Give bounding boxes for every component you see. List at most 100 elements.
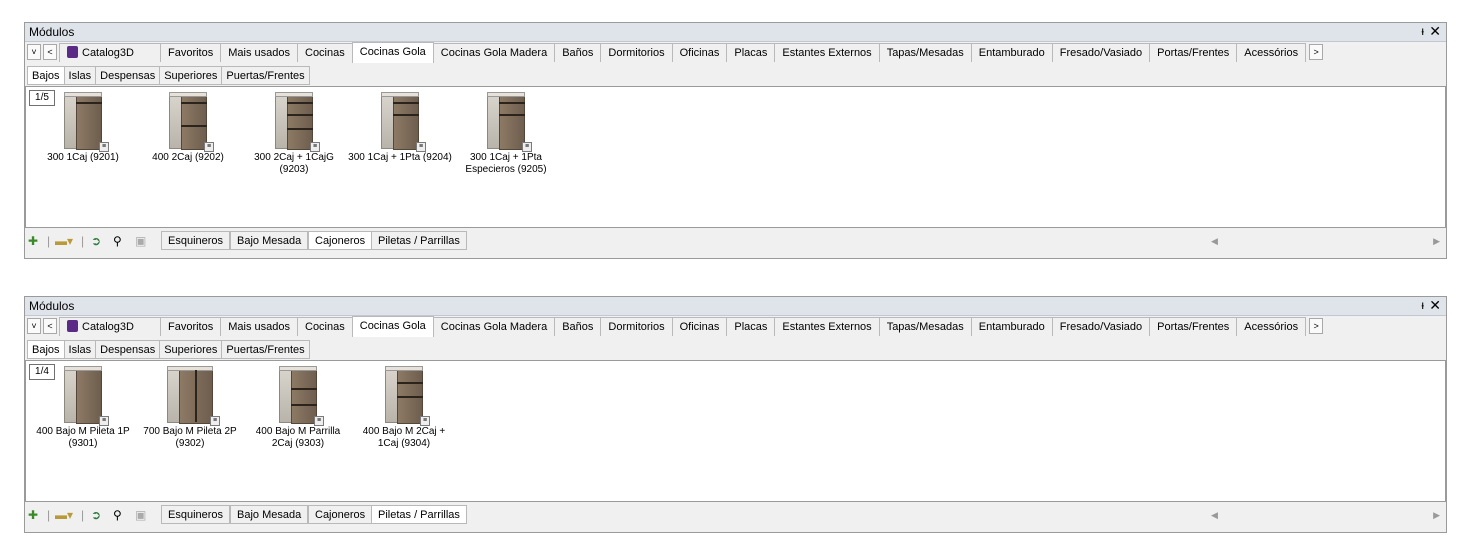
chevron-down-icon[interactable]: ˅ bbox=[27, 44, 41, 60]
module-item[interactable]: ≡ 300 1Caj + 1Pta (9204) bbox=[348, 92, 452, 164]
subtab-islas[interactable]: Islas bbox=[63, 340, 97, 359]
tab-banos[interactable]: Baños bbox=[554, 317, 602, 336]
tab-fresado-vasiado[interactable]: Fresado/Vasiado bbox=[1051, 317, 1151, 336]
scroll-right-icon[interactable]: ▶ bbox=[1433, 510, 1440, 521]
tab-cocinas[interactable]: Cocinas bbox=[297, 317, 353, 336]
menu-badge-icon[interactable]: ≡ bbox=[310, 142, 320, 152]
menu-badge-icon[interactable]: ≡ bbox=[99, 142, 109, 152]
horizontal-scrollbar[interactable]: ◀ ▶ bbox=[1205, 236, 1440, 248]
subtab-puertas-frentes[interactable]: Puertas/Frentes bbox=[221, 66, 310, 85]
module-item[interactable]: ≡ 400 2Caj (9202) bbox=[136, 92, 240, 164]
pin-icon[interactable]: ᵻ bbox=[1421, 24, 1424, 38]
module-item[interactable]: ≡ 400 Bajo M Parrilla 2Caj (9303) bbox=[246, 366, 350, 450]
tab-cocinas-gola-madera[interactable]: Cocinas Gola Madera bbox=[432, 317, 556, 336]
module-item[interactable]: ≡ 300 1Caj + 1Pta Especieros (9205) bbox=[454, 92, 558, 176]
tab-oficinas[interactable]: Oficinas bbox=[671, 317, 728, 336]
menu-badge-icon[interactable]: ≡ bbox=[314, 416, 324, 426]
add-module-icon[interactable]: ✚ bbox=[28, 508, 38, 522]
ruler-dropdown-icon[interactable]: ▬▾ bbox=[55, 234, 73, 248]
tab-acessorios[interactable]: Acessórios bbox=[1236, 317, 1307, 336]
menu-badge-icon[interactable]: ≡ bbox=[210, 416, 220, 426]
binoculars-icon[interactable]: ⚲ bbox=[113, 508, 122, 522]
subtab-superiores[interactable]: Superiores bbox=[159, 66, 223, 85]
menu-badge-icon[interactable]: ≡ bbox=[99, 416, 109, 426]
bottom-tab-piletas-parrillas[interactable]: Piletas / Parrillas bbox=[371, 505, 467, 524]
tab-oficinas[interactable]: Oficinas bbox=[671, 43, 728, 62]
tab-mais-usados[interactable]: Mais usados bbox=[220, 317, 298, 336]
category-tabs: ˅ < Catalog3D Favoritos Mais usados Coci… bbox=[27, 42, 1325, 63]
modulos-panel-2: Módulos ᵻ ✕ ˅ < Catalog3D Favoritos Mais… bbox=[24, 296, 1447, 533]
cube-icon bbox=[67, 320, 78, 332]
bottom-tab-esquineros[interactable]: Esquineros bbox=[161, 231, 231, 250]
tab-mais-usados[interactable]: Mais usados bbox=[220, 43, 298, 62]
subcategory-tabs: Bajos Islas Despensas Superiores Puertas… bbox=[27, 66, 310, 85]
subtab-bajos[interactable]: Bajos bbox=[27, 340, 65, 359]
tab-entamburado[interactable]: Entamburado bbox=[970, 317, 1053, 336]
subtab-puertas-frentes[interactable]: Puertas/Frentes bbox=[221, 340, 310, 359]
tab-tapas-mesadas[interactable]: Tapas/Mesadas bbox=[878, 317, 972, 336]
tab-placas[interactable]: Placas bbox=[726, 317, 776, 336]
tab-cocinas-gola-madera[interactable]: Cocinas Gola Madera bbox=[432, 43, 556, 62]
module-item[interactable]: ≡ 300 1Caj (9201) bbox=[31, 92, 135, 164]
bottom-tab-esquineros[interactable]: Esquineros bbox=[161, 505, 231, 524]
chevron-right-icon[interactable]: > bbox=[1309, 318, 1324, 334]
subcategory-tabs: Bajos Islas Despensas Superiores Puertas… bbox=[27, 340, 310, 359]
ruler-dropdown-icon[interactable]: ▬▾ bbox=[55, 508, 73, 522]
scroll-left-icon[interactable]: ◀ bbox=[1211, 236, 1218, 247]
lock-icon[interactable]: ▣ bbox=[135, 234, 146, 248]
tab-favoritos[interactable]: Favoritos bbox=[159, 317, 222, 336]
tab-dormitorios[interactable]: Dormitorios bbox=[600, 317, 673, 336]
bottom-tab-cajoneros[interactable]: Cajoneros bbox=[308, 231, 373, 250]
bottom-tab-cajoneros[interactable]: Cajoneros bbox=[308, 505, 373, 524]
chevron-right-icon[interactable]: > bbox=[1309, 44, 1324, 60]
close-icon[interactable]: ✕ bbox=[1429, 23, 1441, 40]
chevron-left-icon[interactable]: < bbox=[43, 44, 57, 60]
tab-banos[interactable]: Baños bbox=[554, 43, 602, 62]
tab-catalog3d[interactable]: Catalog3D bbox=[59, 43, 161, 62]
tab-fresado-vasiado[interactable]: Fresado/Vasiado bbox=[1051, 43, 1151, 62]
tab-estantes-externos[interactable]: Estantes Externos bbox=[774, 317, 880, 336]
module-item[interactable]: ≡ 700 Bajo M Pileta 2P (9302) bbox=[138, 366, 242, 450]
insert-icon[interactable]: ➲ bbox=[91, 508, 101, 522]
bottom-tab-piletas-parrillas[interactable]: Piletas / Parrillas bbox=[371, 231, 467, 250]
bottom-tab-bajo-mesada[interactable]: Bajo Mesada bbox=[230, 505, 309, 524]
tab-entamburado[interactable]: Entamburado bbox=[970, 43, 1053, 62]
subtab-despensas[interactable]: Despensas bbox=[95, 340, 161, 359]
module-item[interactable]: ≡ 400 Bajo M Pileta 1P (9301) bbox=[31, 366, 135, 450]
tab-portas-frentes[interactable]: Portas/Frentes bbox=[1149, 43, 1238, 62]
tab-tapas-mesadas[interactable]: Tapas/Mesadas bbox=[878, 43, 972, 62]
subtab-islas[interactable]: Islas bbox=[63, 66, 97, 85]
tab-estantes-externos[interactable]: Estantes Externos bbox=[774, 43, 880, 62]
chevron-left-icon[interactable]: < bbox=[43, 318, 57, 334]
scroll-right-icon[interactable]: ▶ bbox=[1433, 236, 1440, 247]
scroll-left-icon[interactable]: ◀ bbox=[1211, 510, 1218, 521]
tab-acessorios[interactable]: Acessórios bbox=[1236, 43, 1307, 62]
subtab-superiores[interactable]: Superiores bbox=[159, 340, 223, 359]
tab-cocinas-gola[interactable]: Cocinas Gola bbox=[351, 316, 434, 337]
bottom-tab-bajo-mesada[interactable]: Bajo Mesada bbox=[230, 231, 309, 250]
binoculars-icon[interactable]: ⚲ bbox=[113, 234, 122, 248]
menu-badge-icon[interactable]: ≡ bbox=[522, 142, 532, 152]
tab-cocinas[interactable]: Cocinas bbox=[297, 43, 353, 62]
module-item[interactable]: ≡ 300 2Caj + 1CajG (9203) bbox=[242, 92, 346, 176]
menu-badge-icon[interactable]: ≡ bbox=[420, 416, 430, 426]
tab-placas[interactable]: Placas bbox=[726, 43, 776, 62]
add-module-icon[interactable]: ✚ bbox=[28, 234, 38, 248]
horizontal-scrollbar[interactable]: ◀ ▶ bbox=[1205, 510, 1440, 522]
menu-badge-icon[interactable]: ≡ bbox=[416, 142, 426, 152]
pin-icon[interactable]: ᵻ bbox=[1421, 298, 1424, 312]
lock-icon[interactable]: ▣ bbox=[135, 508, 146, 522]
subtab-despensas[interactable]: Despensas bbox=[95, 66, 161, 85]
tab-cocinas-gola[interactable]: Cocinas Gola bbox=[351, 42, 434, 63]
insert-icon[interactable]: ➲ bbox=[91, 234, 101, 248]
tab-dormitorios[interactable]: Dormitorios bbox=[600, 43, 673, 62]
menu-badge-icon[interactable]: ≡ bbox=[204, 142, 214, 152]
chevron-down-icon[interactable]: ˅ bbox=[27, 318, 41, 334]
tab-portas-frentes[interactable]: Portas/Frentes bbox=[1149, 317, 1238, 336]
tab-catalog3d[interactable]: Catalog3D bbox=[59, 317, 161, 336]
tab-favoritos[interactable]: Favoritos bbox=[159, 43, 222, 62]
close-icon[interactable]: ✕ bbox=[1429, 297, 1441, 314]
module-item[interactable]: ≡ 400 Bajo M 2Caj + 1Caj (9304) bbox=[352, 366, 456, 450]
subtab-bajos[interactable]: Bajos bbox=[27, 66, 65, 85]
separator: | bbox=[47, 508, 51, 522]
